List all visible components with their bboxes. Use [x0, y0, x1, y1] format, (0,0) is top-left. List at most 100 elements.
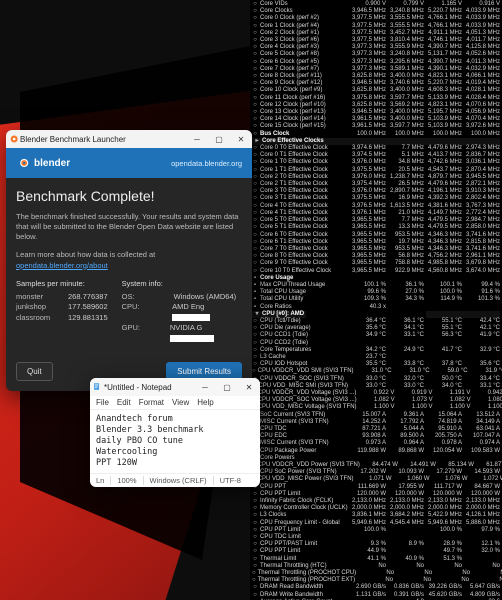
- sensor-row[interactable]: ○Core 4 T0 Effective Clock3,976.5 MHz1,6…: [252, 203, 500, 210]
- menu-format[interactable]: Format: [139, 398, 164, 407]
- sensor-row[interactable]: ▪Core Usage: [252, 275, 500, 282]
- sensor-row[interactable]: ○Core 1 T1 Effective Clock3,975.5 MHz20.…: [252, 167, 500, 174]
- sensor-row[interactable]: ○Core Temperatures34.2 °C24.9 °C41.7 °C3…: [252, 347, 500, 354]
- sensor-row[interactable]: ○Thermal Throttling (HTC)NoNoNoNo: [252, 563, 500, 570]
- sensor-row[interactable]: ○Infinity Fabric Clock (FCLK)2,133.0 MHz…: [252, 498, 500, 505]
- sensor-row[interactable]: ○L3 Cache23.7 °C: [252, 354, 500, 361]
- sensor-row[interactable]: ○Core 4 Clock (perf #3)3,977.3 MHz3,555.…: [252, 44, 500, 51]
- close-button[interactable]: ✕: [238, 383, 260, 392]
- sensor-row[interactable]: ○Core 1 Clock (perf #4)3,977.5 MHz3,555.…: [252, 23, 500, 30]
- menu-view[interactable]: View: [172, 398, 189, 407]
- sensor-row[interactable]: ○Core 11 Clock (perf #16)3,975.8 MHz3,59…: [252, 95, 500, 102]
- sensor-row[interactable]: ○DRAM Read Bandwidth2.690 GB/s0.836 GB/s…: [252, 584, 500, 591]
- sensor-row[interactable]: ○Core 10 Clock (perf #9)3,625.8 MHz3,400…: [252, 87, 500, 94]
- sensor-row[interactable]: ○CPU VDDCR_SOC Voltage (SVI3 ...)1.082 V…: [252, 397, 500, 404]
- sensor-row[interactable]: ○CPU VDDCR_VDD Power (SVI3 TFN)84.474 W1…: [252, 462, 500, 469]
- sensor-row[interactable]: ○Thermal Limit41.1 %40.9 %51.3 %: [252, 556, 500, 563]
- maximize-button[interactable]: ▢: [216, 383, 238, 392]
- sensor-row[interactable]: ○Core 2 T1 Effective Clock3,975.4 MHz26.…: [252, 181, 500, 188]
- sensor-row[interactable]: ○Core 1 T0 Effective Clock3,976.0 MHz34.…: [252, 159, 500, 166]
- sensor-row[interactable]: ○Core 5 T0 Effective Clock3,965.5 MHz7.7…: [252, 217, 500, 224]
- sensor-row[interactable]: ○Core 14 Clock (perf #14)3,961.5 MHz3,40…: [252, 116, 500, 123]
- sensor-row[interactable]: ○Core 6 Clock (perf #5)3,977.3 MHz3,295.…: [252, 59, 500, 66]
- sensor-row[interactable]: ○Core 10 T0 Effective Clock3,965.5 MHz92…: [252, 268, 500, 275]
- minimize-button[interactable]: ─: [194, 383, 216, 392]
- sensor-row[interactable]: ○CPU SoC Power (SVI3 TFN)17.202 W10.093 …: [252, 469, 500, 476]
- sensor-row[interactable]: ○Bus Clock100.0 MHz100.0 MHz100.0 MHz100…: [252, 131, 500, 138]
- sensor-row[interactable]: ○CPU EDC93.908 A89.500 A205.750 A107.047…: [252, 433, 500, 440]
- sensor-row[interactable]: ○Memory Controller Clock (UCLK)2,000.0 M…: [252, 505, 500, 512]
- sensor-row[interactable]: ○CPU VDD_MISC Power (SVI3 TFN)1.071 W1.0…: [252, 476, 500, 483]
- sensor-row[interactable]: ○CPU TDC Limit: [252, 534, 500, 541]
- opendata-link[interactable]: opendata.blender.org: [171, 159, 242, 168]
- sensor-row[interactable]: ○Core 2 Clock (perf #1)3,977.5 MHz3,452.…: [252, 30, 500, 37]
- sensor-row[interactable]: ○MISC Current (SVI3 TFN)0.973 A0.964 A0.…: [252, 440, 500, 447]
- sensor-row[interactable]: ○MISC Current (SVI3 TFN)14.252 A17.792 A…: [252, 419, 500, 426]
- sensor-row[interactable]: ▪Total CPU Usage99.6 %27.0 %100.0 %91.6 …: [252, 289, 500, 296]
- sensor-row[interactable]: ○Core Clocks3,946.5 MHz3,240.8 MHz5,220.…: [252, 8, 500, 15]
- sensor-row[interactable]: ○Core 9 T0 Effective Clock3,965.5 MHz758…: [252, 260, 500, 267]
- sensor-row[interactable]: ○Core 0 T0 Effective Clock3,974.6 MHz7.7…: [252, 145, 500, 152]
- sensor-row[interactable]: ○L3 Clocks3,836.1 MHz3,684.2 MHz5,422.9 …: [252, 512, 500, 519]
- sensor-row[interactable]: ○CPU PPT/PAST Limit9.3 %8.9 %28.9 %12.1 …: [252, 541, 500, 548]
- sensor-row[interactable]: ○Core 7 Clock (perf #7)3,977.3 MHz3,589.…: [252, 66, 500, 73]
- sensor-section[interactable]: ▸Core Effective Clocks: [252, 138, 500, 145]
- sensor-row[interactable]: ○CPU VDDCR_VDD Voltage (SVI3 ...)0.922 V…: [252, 390, 500, 397]
- about-link[interactable]: opendata.blender.org/about: [16, 261, 108, 270]
- sensor-row[interactable]: ○Core 12 Clock (perf #10)3,625.8 MHz3,56…: [252, 102, 500, 109]
- sensor-row[interactable]: ○Core 3 T1 Effective Clock3,975.5 MHz16.…: [252, 195, 500, 202]
- sensor-row[interactable]: ○Core 15 Clock (perf #15)3,961.5 MHz3,59…: [252, 123, 500, 130]
- maximize-button[interactable]: ▢: [208, 135, 230, 144]
- sensor-row[interactable]: ○CPU (Tctl/Tdie)36.4 °C36.1 °C55.1 °C42.…: [252, 318, 500, 325]
- cpu-section-header[interactable]: ▾CPU [#0]: AMD xxxxxxxxxx: [252, 311, 500, 318]
- sensor-row[interactable]: ○Core 5 T1 Effective Clock3,965.5 MHz13.…: [252, 224, 500, 231]
- sensor-row[interactable]: ○Core 6 T1 Effective Clock3,965.5 MHz19.…: [252, 239, 500, 246]
- sensor-row[interactable]: ○Thermal Throttling (PROCHOT EXT)NoNoNoN…: [252, 577, 500, 584]
- hwinfo-panel[interactable]: ○Core VIDs0.900 V0.799 V1.165 V0.916 V○C…: [250, 0, 502, 600]
- minimize-button[interactable]: ─: [186, 135, 208, 144]
- menu-file[interactable]: File: [96, 398, 109, 407]
- sensor-row[interactable]: ○DRAM Write Bandwidth1.131 GB/s0.391 GB/…: [252, 592, 500, 599]
- sensor-row[interactable]: ○Core 5 Clock (perf #8)3,977.3 MHz3,240.…: [252, 51, 500, 58]
- sensor-row[interactable]: ○Core 3 Clock (perf #6)3,977.5 MHz3,810.…: [252, 37, 500, 44]
- sensor-row[interactable]: ○CPU PPT Limit120.000 W120.000 W120.000 …: [252, 491, 500, 498]
- sensor-row[interactable]: ○CPU CCD1 (Tdie)34.9 °C33.1 °C56.3 °C41.…: [252, 332, 500, 339]
- sensor-row[interactable]: ○CPU IOD Hotspot35.5 °C33.8 °C37.8 °C35.…: [252, 361, 500, 368]
- sensor-row[interactable]: ○Core 3 T0 Effective Clock3,976.0 MHz2,8…: [252, 188, 500, 195]
- quit-button[interactable]: Quit: [16, 362, 53, 381]
- sensor-row[interactable]: ○Core VIDs0.900 V0.799 V1.165 V0.916 V: [252, 1, 500, 8]
- sensor-row[interactable]: ○CPU Package Power119.988 W89.868 W120.0…: [252, 448, 500, 455]
- sensor-row[interactable]: ○Core 7 T0 Effective Clock3,965.5 MHz953…: [252, 246, 500, 253]
- sensor-row[interactable]: ○Core 9 Clock (perf #12)3,946.5 MHz3,740…: [252, 80, 500, 87]
- sensor-row[interactable]: ○CPU VDD_MISC SMI (SVI3 TFN)33.0 °C33.0 …: [252, 383, 500, 390]
- sensor-row[interactable]: ○CPU PPT Limit100.0 %100.0 %97.9 %: [252, 527, 500, 534]
- sensor-row[interactable]: ○Core 8 T0 Effective Clock3,965.5 MHz56.…: [252, 253, 500, 260]
- sensor-row[interactable]: ▪Core Ratios40.3 x: [252, 304, 500, 311]
- menu-edit[interactable]: Edit: [117, 398, 131, 407]
- sensor-row[interactable]: ○CPU PPT111.669 W17.955 W111.717 W84.667…: [252, 484, 500, 491]
- blender-titlebar[interactable]: Blender Benchmark Launcher ─ ▢ ✕: [6, 130, 252, 148]
- sensor-row[interactable]: ○Core 8 Clock (perf #11)3,625.8 MHz3,400…: [252, 73, 500, 80]
- sensor-row[interactable]: ○CPU Frequency Limit - Global5,949.6 MHz…: [252, 520, 500, 527]
- sensor-row[interactable]: ▪Total CPU Utility109.3 %34.3 %114.9 %10…: [252, 296, 500, 303]
- sensor-row[interactable]: ○CPU PPT Limit44.9 %49.7 %32.0 %: [252, 548, 500, 555]
- sensor-row[interactable]: ○Thermal Throttling (PROCHOT CPU)NoNoNoN…: [252, 570, 500, 577]
- notepad-menu[interactable]: File Edit Format View Help: [90, 396, 260, 410]
- sensor-row[interactable]: ○Core 2 T0 Effective Clock3,976.0 MHz1,2…: [252, 174, 500, 181]
- sensor-row[interactable]: ○SoC Current (SVI3 TFN)15.007 A9.361 A15…: [252, 412, 500, 419]
- sensor-row[interactable]: ○Core 0 T1 Effective Clock3,974.5 MHz5.1…: [252, 152, 500, 159]
- sensor-row[interactable]: ○Core 0 Clock (perf #2)3,977.5 MHz3,555.…: [252, 15, 500, 22]
- sensor-row[interactable]: ○CPU VDDCR_VDD SMI (SVI3 TFN)31.0 °C31.0…: [252, 368, 500, 375]
- sensor-row[interactable]: ○Core Powers: [252, 455, 500, 462]
- notepad-titlebar[interactable]: *Untitled - Notepad ─ ▢ ✕: [90, 378, 260, 396]
- notepad-content[interactable]: Anandtech forum Blender 3.3 benchmark da…: [90, 410, 260, 473]
- sensor-row[interactable]: ○Core 4 T1 Effective Clock3,976.1 MHz21.…: [252, 210, 500, 217]
- sensor-row[interactable]: ○CPU TDC87.721 A5.044 A95.910 A63.041 A: [252, 426, 500, 433]
- sensor-row[interactable]: ○CPU Die (average)35.6 °C34.1 °C55.1 °C4…: [252, 325, 500, 332]
- sensor-row[interactable]: ▪Max CPU/Thread Usage100.1 %36.1 %100.1 …: [252, 282, 500, 289]
- sensor-row[interactable]: ○CPU CCD2 (Tdie): [252, 340, 500, 347]
- close-button[interactable]: ✕: [230, 135, 252, 144]
- menu-help[interactable]: Help: [197, 398, 213, 407]
- sensor-row[interactable]: ○CPU VDD_MISC Voltage (SVI3 TFN)1.100 V1…: [252, 404, 500, 411]
- sensor-row[interactable]: ○CPU VDDCR_SOC (SVI3 TFN)33.0 °C32.0 °C5…: [252, 376, 500, 383]
